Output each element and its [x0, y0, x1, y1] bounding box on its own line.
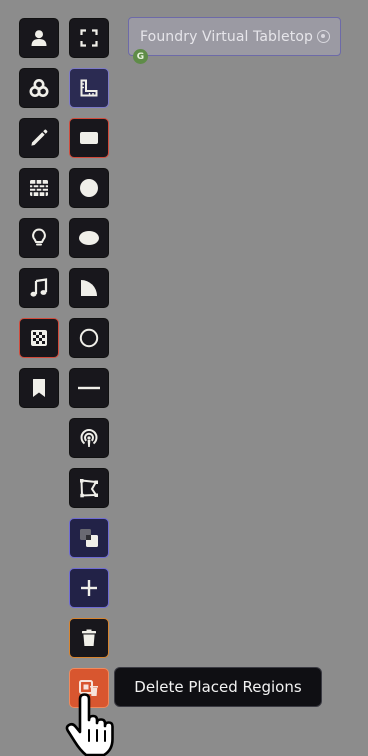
select-tool[interactable] — [69, 18, 109, 58]
drawings-control[interactable] — [19, 118, 59, 158]
cone-icon — [81, 280, 97, 296]
pencil-icon — [31, 129, 48, 146]
rectangle-tool[interactable] — [69, 118, 109, 158]
lighting-control[interactable] — [19, 218, 59, 258]
regions-checker-icon — [31, 330, 47, 346]
music-icon — [30, 278, 48, 297]
hole-toggle[interactable] — [69, 518, 109, 558]
line-tool[interactable] — [69, 368, 109, 408]
templates-control[interactable] — [19, 68, 59, 108]
polygon-tool[interactable] — [69, 468, 109, 508]
plus-icon — [81, 580, 97, 596]
trash-icon — [82, 629, 96, 646]
line-icon — [78, 386, 100, 390]
gm-user-badge: G — [133, 49, 148, 64]
ring-tool[interactable] — [69, 318, 109, 358]
sounds-control[interactable] — [19, 268, 59, 308]
polygon-icon — [80, 479, 98, 498]
emanation-icon — [80, 429, 98, 447]
delete-region-button[interactable] — [69, 618, 109, 658]
notes-control[interactable] — [19, 368, 59, 408]
tooltip: Delete Placed Regions — [114, 667, 322, 707]
expand-corners-icon — [80, 29, 98, 47]
overlap-squares-icon — [80, 529, 98, 547]
walls-control[interactable] — [19, 168, 59, 208]
shapes-icon — [29, 79, 49, 97]
circle-filled-icon — [80, 179, 98, 197]
circle-outline-icon — [79, 328, 99, 348]
snap-to-grid-toggle[interactable] — [69, 68, 109, 108]
tooltip-text: Delete Placed Regions — [134, 678, 302, 696]
ellipse-tool[interactable] — [69, 218, 109, 258]
ruler-square-icon — [80, 79, 98, 97]
lightbulb-icon — [32, 228, 46, 246]
emanation-tool[interactable] — [69, 418, 109, 458]
bookmark-icon — [33, 379, 45, 397]
foundry-canvas: Foundry Virtual Tabletop G Delete Placed… — [0, 0, 368, 756]
hand-pointer-cursor-icon — [65, 693, 114, 756]
tokens-control[interactable] — [19, 18, 59, 58]
circle-tool[interactable] — [69, 168, 109, 208]
cone-tool[interactable] — [69, 268, 109, 308]
brick-wall-icon — [30, 180, 48, 196]
user-icon — [31, 30, 47, 46]
world-title: Foundry Virtual Tabletop — [140, 28, 313, 45]
rectangle-icon — [80, 132, 98, 144]
add-region-button[interactable] — [69, 568, 109, 608]
scene-navigation-chip[interactable]: Foundry Virtual Tabletop — [128, 17, 341, 56]
ellipse-icon — [79, 231, 99, 245]
regions-control[interactable] — [19, 318, 59, 358]
scene-active-icon — [317, 30, 330, 43]
